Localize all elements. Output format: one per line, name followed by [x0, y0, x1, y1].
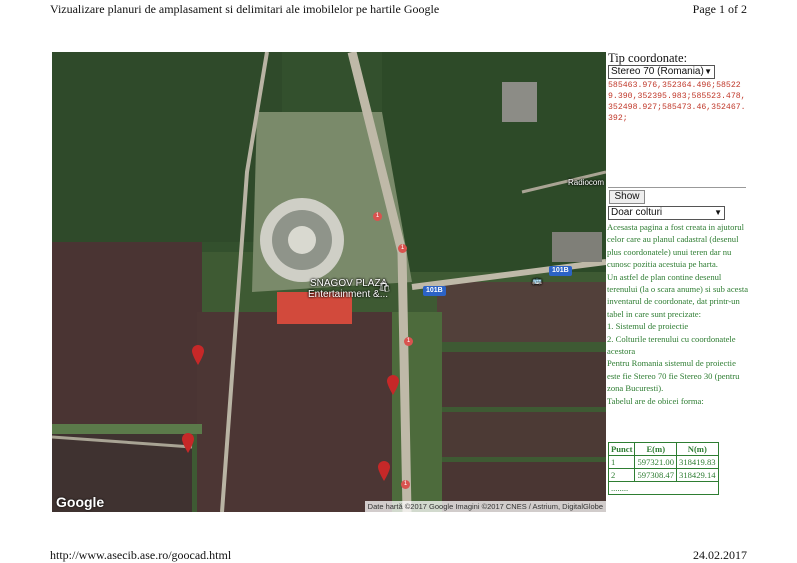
description-paragraph: Pentru Romania sistemul de proiectie est…: [607, 358, 740, 394]
coordinates-textarea[interactable]: 585463.976,352364.496;585229.390,352395.…: [608, 80, 746, 188]
map-marker-icon[interactable]: [181, 432, 195, 454]
road-shield: 101B: [423, 286, 446, 296]
coordinates-example-table: Punct E(m) N(m) 1 597321.00 318419.83 2 …: [607, 442, 719, 495]
table-cell: 597308.47: [634, 468, 678, 482]
column-header: Punct: [607, 442, 636, 456]
table-cell: 318429.14: [676, 468, 719, 482]
table-cell: 2: [607, 468, 636, 482]
column-header: E(m): [634, 442, 678, 456]
table-cell: 318419.83: [676, 455, 719, 469]
road-shield: 101B: [549, 266, 572, 276]
description-paragraph: Tabelul are de obicei forma:: [607, 395, 704, 406]
map-marker-icon[interactable]: [377, 460, 391, 482]
projection-select[interactable]: Stereo 70 (Romania) ▼: [608, 65, 715, 79]
table-cell: 1: [607, 455, 636, 469]
description-paragraph: Acesasta pagina a fost creata in ajutoru…: [607, 222, 744, 270]
table-row: 2 597308.47 318429.14: [607, 468, 719, 482]
road-marker: 1: [404, 337, 413, 346]
table-row: ........: [608, 481, 719, 495]
road-marker: 1: [401, 480, 410, 489]
chevron-down-icon: ▼: [714, 208, 722, 217]
description-paragraph: Un astfel de plan contine desenul terenu…: [607, 271, 749, 319]
table-cell: ........: [608, 481, 719, 495]
map-attribution[interactable]: Date hartă ©2017 Google Imagini ©2017 CN…: [364, 501, 606, 512]
chevron-down-icon: ▼: [704, 67, 712, 76]
map-marker-icon[interactable]: [386, 374, 400, 396]
page-url: http://www.asecib.ase.ro/goocad.html: [50, 548, 232, 562]
page-header-title: Vizualizare planuri de amplasament si de…: [50, 2, 440, 16]
google-map[interactable]: SNAGOV PLAZA Entertainment &... 🛍 101B 1…: [52, 52, 606, 512]
road-marker: 1: [373, 212, 382, 221]
place-label[interactable]: SNAGOV PLAZA: [310, 278, 387, 289]
description-list-item: 2. Colturile terenului cu coordonatele a…: [607, 333, 736, 357]
google-logo: Google: [56, 494, 105, 510]
road-marker: 1: [398, 244, 407, 253]
page-number: Page 1 of 2: [692, 2, 747, 16]
coordinate-type-label: Tip coordonate:: [608, 51, 688, 65]
place-label[interactable]: Entertainment &...: [308, 289, 388, 300]
projection-selected-value: Stereo 70 (Romania): [611, 66, 704, 77]
show-button[interactable]: Show: [609, 190, 645, 204]
print-date: 24.02.2017: [693, 548, 747, 562]
table-row: 1 597321.00 318419.83: [607, 455, 719, 469]
place-label[interactable]: Radiocom: [568, 178, 604, 187]
display-mode-select[interactable]: Doar colturi ▼: [608, 206, 725, 220]
bus-icon[interactable]: 🚌: [532, 276, 542, 285]
description-text: Acesasta pagina a fost creata in ajutoru…: [607, 221, 749, 407]
table-cell: 597321.00: [634, 455, 678, 469]
map-marker-icon[interactable]: [191, 344, 205, 366]
column-header: N(m): [676, 442, 719, 456]
shopping-bag-icon[interactable]: 🛍: [378, 282, 391, 293]
table-header-row: Punct E(m) N(m): [607, 442, 719, 456]
description-list-item: 1. Sistemul de proiectie: [607, 321, 689, 332]
display-mode-selected-value: Doar colturi: [611, 207, 663, 218]
